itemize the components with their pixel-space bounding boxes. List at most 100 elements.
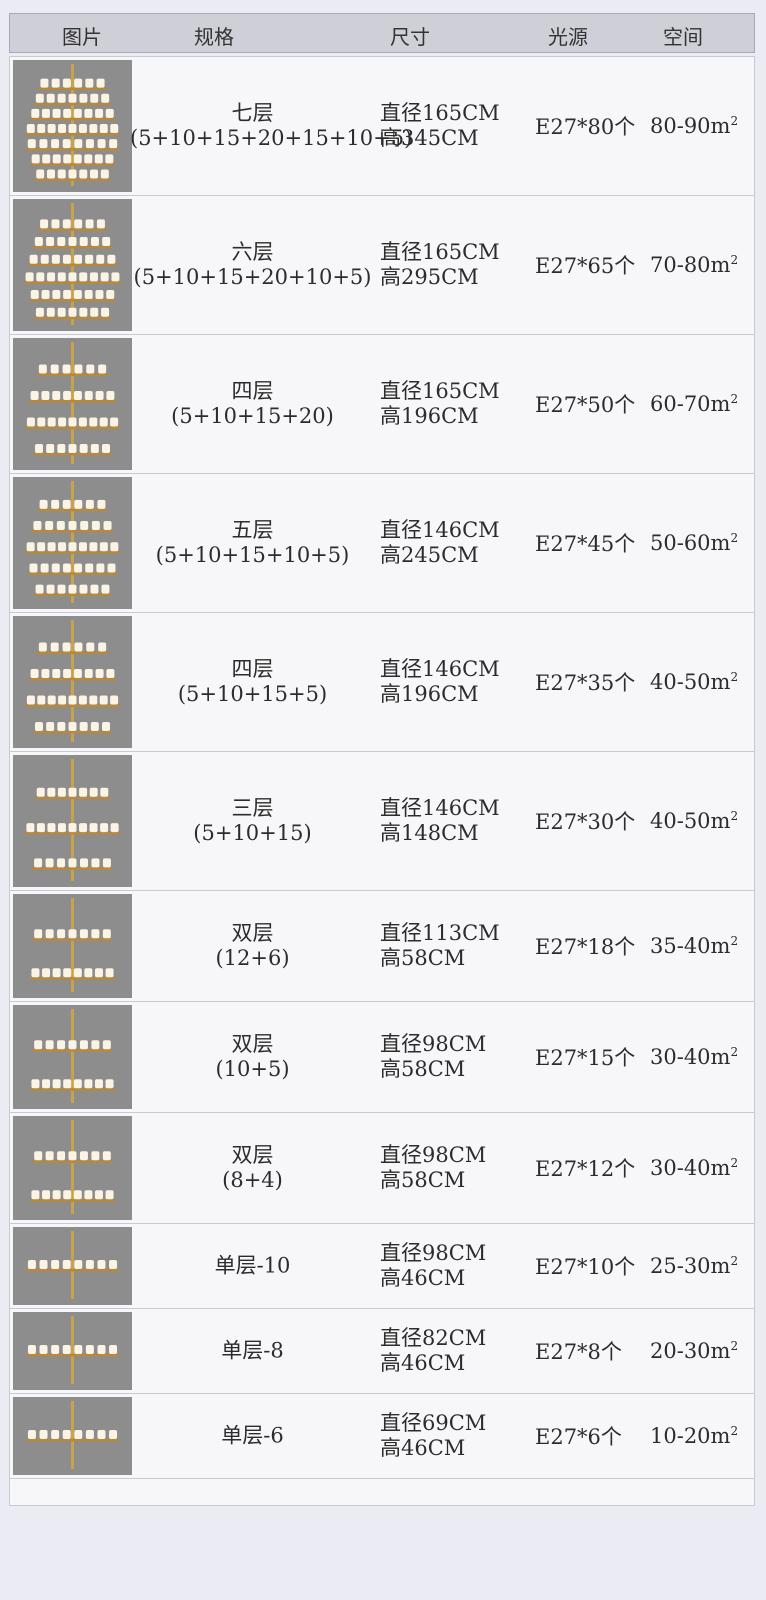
lamp-shade bbox=[74, 499, 83, 509]
lamp-shade bbox=[37, 542, 46, 552]
lamp-shade bbox=[31, 968, 40, 978]
lamp-shade bbox=[100, 272, 109, 282]
size-cell: 直径98CM 高46CM bbox=[380, 1241, 530, 1291]
space-range: 50-60m bbox=[650, 531, 731, 555]
lamp-shade bbox=[84, 968, 93, 978]
lamp-shade bbox=[36, 272, 45, 282]
lamp-shade bbox=[26, 124, 35, 134]
diameter: 直径98CM bbox=[380, 1032, 487, 1056]
size-cell: 直径98CM 高58CM bbox=[380, 1032, 530, 1082]
lamp-shade bbox=[73, 968, 82, 978]
spec-composition: (8+4) bbox=[222, 1168, 283, 1192]
header-size: 尺寸 bbox=[390, 25, 430, 49]
lamp-shade bbox=[79, 237, 88, 247]
lamp-shade bbox=[103, 521, 112, 531]
height: 高245CM bbox=[380, 543, 479, 567]
height: 高46CM bbox=[380, 1351, 466, 1375]
lamp-shade bbox=[63, 108, 72, 118]
lamp-shade bbox=[74, 78, 83, 88]
lamp-shade bbox=[58, 695, 67, 705]
lamp-shade bbox=[85, 499, 94, 509]
lamp-shade bbox=[86, 642, 95, 652]
lamp-shade bbox=[62, 499, 71, 509]
lamp-shade bbox=[37, 124, 46, 134]
chandelier-icon bbox=[30, 1120, 115, 1214]
lamp-shade bbox=[85, 1260, 94, 1269]
lamp-shade bbox=[85, 219, 94, 229]
spec-tiers: 双层 bbox=[231, 1032, 274, 1056]
lamp-shade bbox=[109, 139, 118, 149]
spec-composition: (5+10+15+5) bbox=[177, 682, 328, 706]
lamp-shade bbox=[38, 642, 47, 652]
product-image bbox=[13, 1227, 132, 1305]
lamp-shade bbox=[110, 823, 119, 833]
size-cell: 直径82CM 高46CM bbox=[380, 1326, 530, 1376]
lamp-shade bbox=[99, 695, 108, 705]
space-area: 80-90m2 bbox=[650, 114, 755, 138]
product-image bbox=[13, 1312, 132, 1390]
lamp-shade bbox=[102, 929, 111, 939]
lamp-shade bbox=[89, 695, 98, 705]
lamp-shade bbox=[68, 542, 77, 552]
lamp-shade bbox=[51, 78, 60, 88]
lamp-shade bbox=[100, 823, 109, 833]
lamp-shade bbox=[57, 929, 66, 939]
size-cell: 直径146CM 高245CM bbox=[380, 518, 530, 568]
light-source: E27*30个 bbox=[535, 810, 636, 834]
lamp-shade bbox=[79, 272, 88, 282]
space-range: 25-30m bbox=[650, 1254, 731, 1278]
space-range: 60-70m bbox=[650, 392, 731, 416]
squared-exponent: 2 bbox=[730, 114, 739, 128]
spec-tiers: 五层 bbox=[231, 518, 274, 542]
lamp-shade bbox=[63, 968, 72, 978]
lamp-shade bbox=[46, 722, 55, 732]
lamp-shade bbox=[68, 307, 77, 317]
spec-composition: (5+10+15+20+15+10+5) bbox=[130, 126, 413, 150]
table-header: 图片 规格 尺寸 光源 空间 bbox=[9, 13, 755, 53]
table-row: 五层 (5+10+15+10+5) 直径146CM 高245CM E27*45个 50-6… bbox=[10, 474, 754, 613]
lamp-shade bbox=[47, 124, 56, 134]
header-spec: 规格 bbox=[194, 25, 234, 49]
lamp-shade bbox=[41, 290, 50, 300]
lamp-shade bbox=[41, 669, 50, 679]
squared-exponent: 2 bbox=[730, 1045, 739, 1059]
light-source: E27*80个 bbox=[535, 115, 636, 139]
lamp-shade bbox=[51, 499, 60, 509]
lamp-shade bbox=[85, 563, 94, 573]
diameter: 直径146CM bbox=[380, 518, 500, 542]
lamp-shade bbox=[57, 787, 66, 797]
spec-tiers: 六层 bbox=[231, 240, 274, 264]
diameter: 直径69CM bbox=[380, 1411, 487, 1435]
lamp-shade bbox=[68, 272, 77, 282]
lamp-shade bbox=[29, 563, 38, 573]
lamp-shade bbox=[34, 929, 43, 939]
lamp-shade bbox=[57, 722, 66, 732]
product-image bbox=[13, 1397, 132, 1475]
lamp-shade bbox=[37, 417, 46, 427]
lamp-shade bbox=[68, 1151, 77, 1161]
lamp-shade bbox=[51, 1430, 60, 1439]
lamp-shade bbox=[35, 444, 44, 454]
lamp-shade bbox=[62, 1345, 71, 1354]
lamp-shade bbox=[68, 787, 77, 797]
lamp-shade bbox=[27, 1430, 36, 1439]
table-row: 双层 (12+6) 直径113CM 高58CM E27*18个 35-40m2 bbox=[10, 891, 754, 1002]
lamp-shade bbox=[51, 563, 60, 573]
table-row: 四层 (5+10+15+20) 直径165CM 高196CM E27*50个 60-70m… bbox=[10, 335, 754, 474]
lamp-shade bbox=[46, 237, 55, 247]
size-cell: 直径165CM 高196CM bbox=[380, 379, 530, 429]
lamp-shade bbox=[40, 563, 49, 573]
lamp-shade bbox=[68, 584, 77, 594]
lamp-shade bbox=[41, 391, 50, 401]
height: 高46CM bbox=[380, 1266, 466, 1290]
lamp-shade bbox=[41, 108, 50, 118]
lamp-shade bbox=[57, 93, 66, 103]
lamp-shade bbox=[40, 78, 49, 88]
size-cell: 直径146CM 高196CM bbox=[380, 657, 530, 707]
lamp-shade bbox=[111, 272, 120, 282]
lamp-shade bbox=[78, 542, 87, 552]
lamp-shade bbox=[79, 1040, 88, 1050]
lamp-shade bbox=[58, 124, 67, 134]
lamp-shade bbox=[91, 1151, 100, 1161]
lamp-shade bbox=[42, 968, 51, 978]
